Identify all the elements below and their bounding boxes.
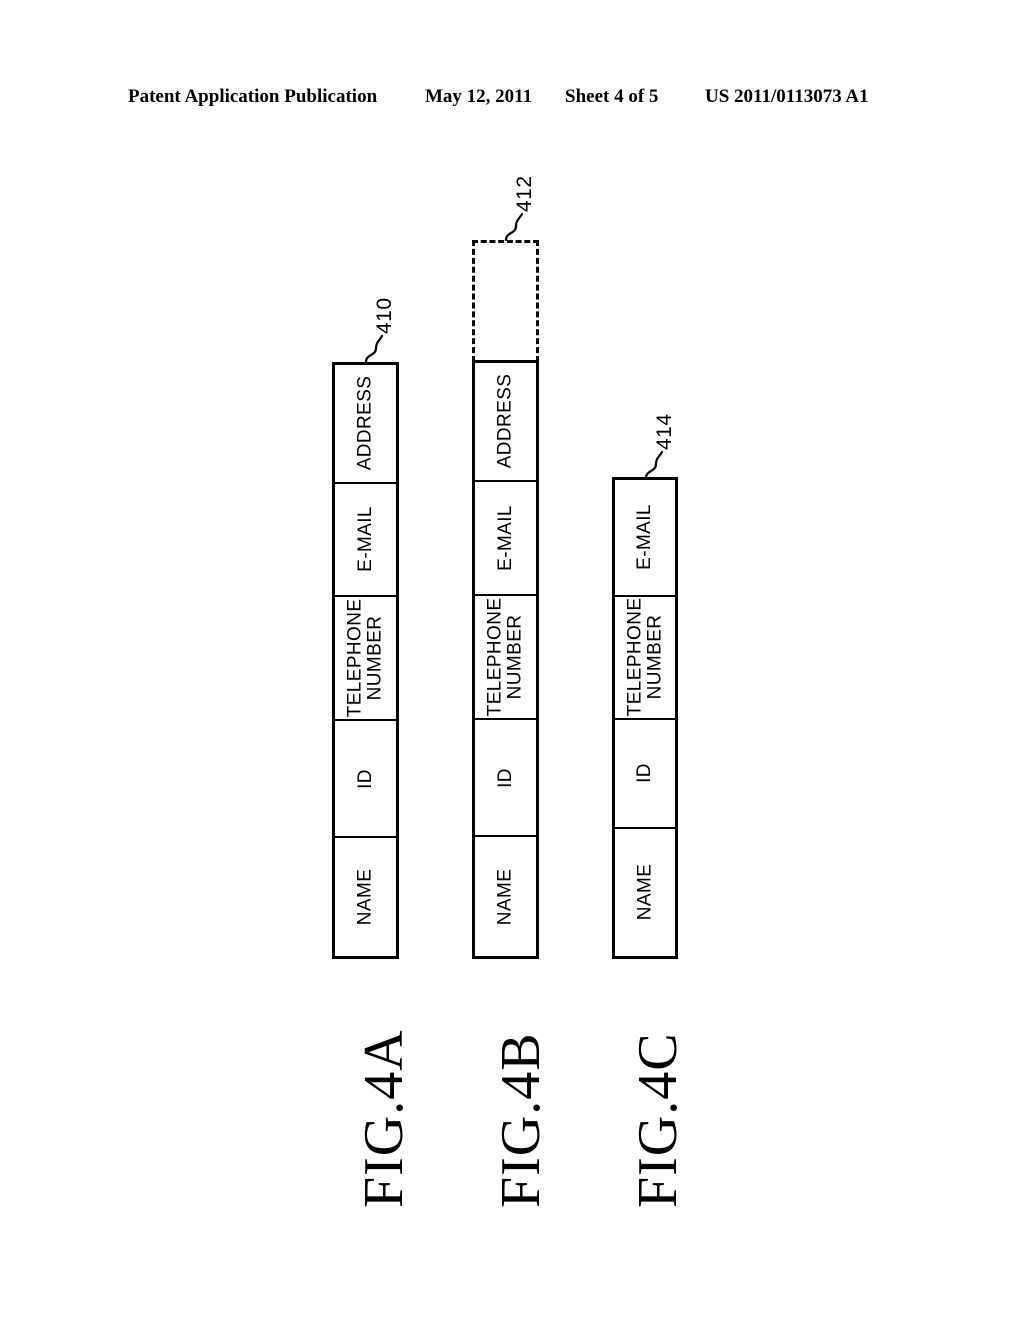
cell-label-line1: ID bbox=[494, 767, 516, 788]
figure-4a-cell-id: ID bbox=[335, 721, 396, 839]
cell-label: ID bbox=[354, 768, 376, 789]
cell-label-line2: NUMBER bbox=[364, 615, 386, 701]
cell-label: ID bbox=[494, 767, 516, 788]
cell-label: ADDRESS bbox=[494, 374, 516, 469]
header-patent-number: US 2011/0113073 A1 bbox=[705, 86, 869, 107]
cell-label: ID bbox=[634, 763, 656, 784]
cell-label-line1: TELEPHONE bbox=[344, 598, 366, 718]
figure-4b-cell-name: NAME bbox=[475, 837, 536, 956]
figure-4a-caption: FIG.4A bbox=[353, 1029, 415, 1208]
figure-4c-table: E-MAIL TELEPHONE NUMBER ID NAME bbox=[612, 477, 678, 959]
cell-label: NAME bbox=[494, 868, 516, 925]
figure-4b-dashed-extension-cell bbox=[472, 240, 539, 362]
cell-label: TELEPHONE NUMBER bbox=[344, 598, 386, 718]
cell-label: TELEPHONE NUMBER bbox=[624, 597, 665, 717]
figure-4c-cell-telephone-number: TELEPHONE NUMBER bbox=[615, 596, 675, 720]
figure-4c-reference-numeral: 414 bbox=[653, 413, 676, 450]
figure-4b-reference-numeral: 412 bbox=[513, 175, 536, 212]
cell-label-line1: ID bbox=[354, 768, 376, 789]
figure-4a-leader-line bbox=[364, 334, 384, 364]
header-sheet-label: Sheet 4 of 5 bbox=[565, 86, 659, 107]
figure-4a-cell-email: E-MAIL bbox=[335, 483, 396, 597]
figure-4b-leader-line bbox=[504, 212, 524, 242]
patent-drawing-page: Patent Application Publication May 12, 2… bbox=[0, 0, 1024, 1320]
cell-label: E-MAIL bbox=[634, 504, 656, 571]
cell-label: E-MAIL bbox=[494, 504, 516, 571]
cell-label: TELEPHONE NUMBER bbox=[484, 597, 526, 717]
cell-label-line1: NAME bbox=[494, 868, 516, 925]
figure-4a-cell-address: ADDRESS bbox=[335, 365, 396, 484]
cell-label: E-MAIL bbox=[354, 506, 376, 573]
cell-label: NAME bbox=[354, 868, 376, 926]
header-date-label: May 12, 2011 bbox=[425, 86, 533, 107]
figure-4c-leader-line bbox=[644, 450, 664, 480]
cell-label-line1: ID bbox=[634, 763, 656, 784]
figure-4a-table: ADDRESS E-MAIL TELEPHONE NUMBER ID NAME bbox=[332, 362, 399, 959]
figure-4a-cell-telephone-number: TELEPHONE NUMBER bbox=[335, 596, 396, 722]
cell-label-line1: E-MAIL bbox=[634, 504, 656, 571]
cell-label-line1: ADDRESS bbox=[354, 376, 376, 471]
cell-label-line1: TELEPHONE bbox=[624, 597, 646, 717]
cell-label-line1: NAME bbox=[354, 868, 376, 926]
figure-4c-caption: FIG.4C bbox=[627, 1032, 689, 1208]
figure-4a-cell-name: NAME bbox=[335, 838, 396, 956]
page-header: Patent Application Publication May 12, 2… bbox=[0, 86, 1024, 112]
cell-label-line2: NUMBER bbox=[644, 614, 665, 700]
cell-label-line2: NUMBER bbox=[504, 614, 526, 700]
figure-4b-table: ADDRESS E-MAIL TELEPHONE NUMBER ID NAME bbox=[472, 360, 539, 959]
figure-4b-cell-telephone-number: TELEPHONE NUMBER bbox=[475, 595, 536, 721]
cell-label: NAME bbox=[634, 864, 656, 921]
cell-label-line1: NAME bbox=[634, 864, 656, 921]
figure-4b-caption: FIG.4B bbox=[490, 1032, 552, 1208]
header-publication-label: Patent Application Publication bbox=[128, 86, 378, 107]
figure-4b-cell-address: ADDRESS bbox=[475, 363, 536, 482]
figure-4c-cell-name: NAME bbox=[615, 828, 675, 956]
figure-4c-cell-email: E-MAIL bbox=[615, 480, 675, 597]
cell-label-line1: E-MAIL bbox=[354, 506, 376, 573]
figure-4c-cell-id: ID bbox=[615, 719, 675, 829]
cell-label: ADDRESS bbox=[354, 376, 376, 471]
cell-label-line1: ADDRESS bbox=[494, 374, 516, 469]
figure-4b-cell-email: E-MAIL bbox=[475, 481, 536, 596]
figure-4a-reference-numeral: 410 bbox=[373, 297, 396, 334]
cell-label-line1: TELEPHONE bbox=[484, 597, 506, 717]
cell-label-line1: E-MAIL bbox=[494, 504, 516, 571]
figure-4b-cell-id: ID bbox=[475, 720, 536, 838]
